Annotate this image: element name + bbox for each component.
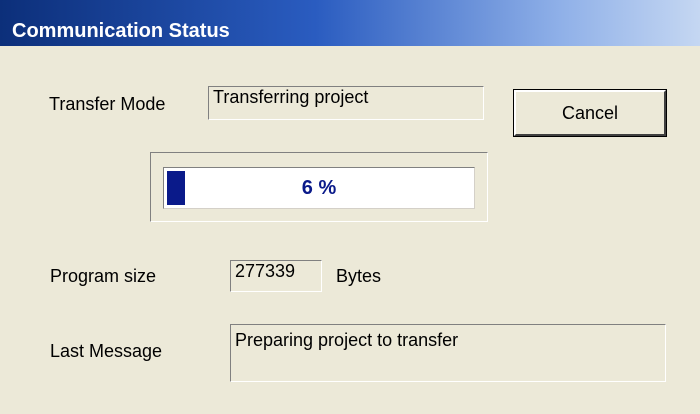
cancel-button[interactable]: Cancel (513, 89, 667, 137)
transfer-mode-field: Transferring project (208, 86, 484, 120)
progress-percent: 6 % (301, 176, 337, 199)
last-message-label: Last Message (50, 341, 163, 361)
window-title: Communication Status (12, 20, 230, 42)
program-size-unit: Bytes (336, 266, 382, 286)
title-bar[interactable]: Communication Status (0, 0, 700, 46)
transfer-mode-value: Transferring project (213, 87, 369, 107)
program-size-label: Program size (50, 266, 157, 286)
progress-bar: 6 % (163, 167, 475, 209)
communication-status-dialog: Communication Status Transfer Mode Trans… (0, 0, 700, 414)
progress-frame: 6 % (150, 152, 488, 222)
last-message-field: Preparing project to transfer (230, 324, 666, 382)
transfer-mode-label: Transfer Mode (49, 94, 166, 114)
program-size-value: 277339 (235, 261, 296, 281)
program-size-field: 277339 (230, 260, 322, 292)
last-message-value: Preparing project to transfer (235, 330, 459, 350)
